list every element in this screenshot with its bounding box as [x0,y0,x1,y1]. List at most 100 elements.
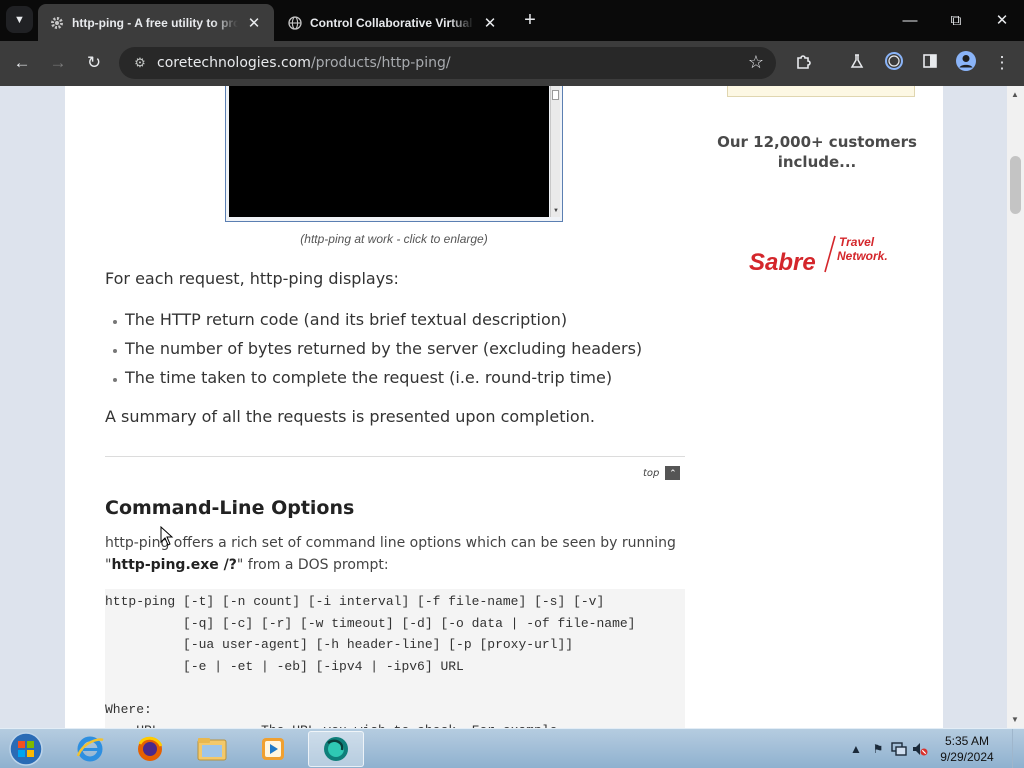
site-info-icon[interactable]: ⚙ [129,55,151,71]
bookmark-star-icon[interactable]: ☆ [748,52,764,73]
back-button[interactable]: ← [8,49,36,77]
summary-text: A summary of all the requests is present… [105,407,595,426]
extension-circle-icon [884,51,904,76]
feature-list: The HTTP return code (and its brief text… [105,307,685,394]
options-intro: http-ping offers a rich set of command l… [105,535,676,573]
reload-button[interactable]: ↻ [80,49,108,77]
close-icon: ✕ [995,12,1009,29]
firefox-icon [138,736,163,761]
taskbar-ie[interactable] [62,731,118,767]
list-item: The number of bytes returned by the serv… [105,336,685,365]
url-text: coretechnologies.com/products/http-ping/ [157,55,451,71]
back-to-top-link[interactable]: top ⌃ [643,466,681,480]
code-line: [-ua user-agent] [-h header-line] [-p [p… [105,637,574,652]
console-screenshot [229,86,549,217]
list-item: The HTTP return code (and its brief text… [105,307,685,336]
address-bar[interactable]: ⚙ coretechnologies.com/products/http-pin… [119,47,776,79]
scroll-down-icon[interactable]: ▼ [1011,715,1019,724]
taskbar-explorer[interactable] [184,731,240,767]
system-tray: ▲ ⚑ 5:35 AM 9/29/2024 [834,729,1024,768]
taskbar-firefox[interactable] [122,731,178,767]
taskbar-media-player[interactable] [245,731,301,767]
media-player-icon [262,738,284,760]
show-desktop-button[interactable] [1012,729,1024,768]
labs-button[interactable] [843,49,871,77]
code-line: [-q] [-c] [-r] [-w timeout] [-d] [-o dat… [105,615,636,631]
svg-text:Network.: Network. [837,249,888,263]
plus-icon: + [524,8,536,31]
clock-time: 5:35 AM [944,734,990,748]
code-line: http-ping [-t] [-n count] [-i interval] … [105,594,605,609]
scroll-up-icon[interactable]: ▲ [1011,90,1019,99]
displays-intro: For each request, http-ping displays: [105,269,399,288]
chevron-down-icon: ▼ [14,13,25,26]
customers-heading: Our 12,000+ customers include... [717,133,917,171]
restore-button[interactable]: ⧉ [934,6,978,34]
folder-icon [197,738,227,761]
flag-icon[interactable]: ⚑ [870,741,886,757]
reload-icon: ↻ [86,53,102,72]
clock-date: 9/29/2024 [940,750,994,764]
kebab-menu-icon: ⋮ [993,53,1011,72]
top-label: top [643,467,660,479]
tab-title: Control Collaborative Virtual M [310,15,474,30]
flask-icon [849,53,865,74]
page-scrollbar[interactable]: ▲ ▼ [1007,86,1024,728]
page-viewport: ▼ (http-ping at work - click to enlarge)… [0,86,1007,728]
globe-icon [288,15,302,30]
tab-strip: ▼ http-ping - A free utility to probe ✕ … [0,0,1024,41]
code-line: URL The URL you wish to check. For examp… [105,720,685,728]
internet-explorer-icon [76,736,104,762]
restore-icon: ⧉ [950,11,962,29]
arrow-down-icon: ▼ [553,208,559,214]
avatar-icon [955,50,977,77]
arrow-right-icon: → [49,53,67,72]
network-icon[interactable] [891,741,907,757]
arrow-left-icon: ← [13,53,31,72]
puzzle-icon [795,52,813,75]
tab-close-icon[interactable]: ✕ [482,14,498,32]
sidebar-panel [727,86,915,97]
tab-title: http-ping - A free utility to probe [72,15,238,30]
list-item: The time taken to complete the request (… [105,365,685,394]
divider [105,456,685,457]
start-button[interactable] [6,731,46,767]
forward-button[interactable]: → [44,49,72,77]
new-tab-button[interactable]: + [518,8,542,32]
sabre-logo[interactable]: Sabre Travel Network. [749,234,899,276]
section-heading: Command-Line Options [105,497,355,519]
volume-muted-icon[interactable] [912,741,928,757]
screenshot-thumbnail[interactable]: ▼ [225,86,563,222]
gear-favicon-icon [50,16,64,30]
side-panel-button[interactable] [916,49,944,77]
extensions-button[interactable] [790,49,818,77]
tab-close-icon[interactable]: ✕ [246,14,262,32]
taskbar: ▲ ⚑ 5:35 AM 9/29/2024 [0,728,1024,768]
screenshot-caption: (http-ping at work - click to enlarge) [300,232,488,246]
menu-button[interactable]: ⋮ [988,49,1016,77]
scrollbar-thumb[interactable] [1010,156,1021,214]
taskbar-chrome[interactable] [308,731,364,767]
svg-text:Sabre: Sabre [749,249,816,276]
clock[interactable]: 5:35 AM 9/29/2024 [932,733,1002,765]
code-block: http-ping [-t] [-n count] [-i interval] … [105,589,685,728]
minimize-button[interactable]: — [888,6,932,34]
main-article: For each request, http-ping displays: Th… [105,266,685,430]
page-content: ▼ (http-ping at work - click to enlarge)… [65,86,943,728]
tab-search-button[interactable]: ▼ [6,6,33,33]
console-scrollbar: ▼ [550,86,560,217]
command-text: http-ping.exe /? [111,557,237,573]
code-line: Where: [105,701,152,717]
mouse-pointer-icon [160,526,174,546]
close-window-button[interactable]: ✕ [980,6,1024,34]
svg-text:Travel: Travel [839,235,875,249]
browser-toolbar: ← → ↻ ⚙ coretechnologies.com/products/ht… [0,41,1024,86]
extension-button[interactable] [880,49,908,77]
app-swirl-icon [324,737,348,761]
profile-button[interactable] [952,49,980,77]
tab-control-collaborative[interactable]: Control Collaborative Virtual M ✕ [276,4,510,41]
show-hidden-icons-button[interactable]: ▲ [848,741,864,757]
minimize-icon: — [902,11,918,29]
tab-http-ping[interactable]: http-ping - A free utility to probe ✕ [38,4,274,41]
